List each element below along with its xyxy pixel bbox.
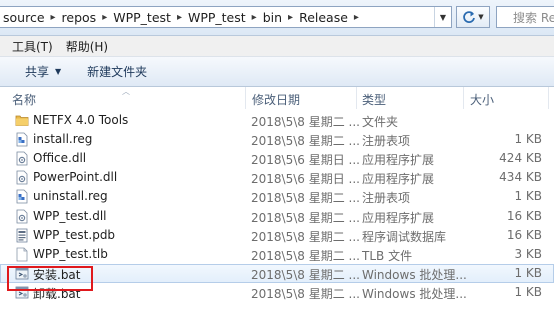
file-modified-date: 2018\5\8 星期二 ... (251, 286, 360, 301)
file-name: Office.dll (33, 151, 87, 166)
batch-file-icon (15, 266, 29, 281)
file-row[interactable]: 安装.bat 2018\5\8 星期二 ... Windows 批处理... 1 KB (0, 263, 554, 283)
file-row[interactable]: WPP_test.pdb 2018\5\8 星期二 ... 程序调试数据库 16 KB (0, 226, 554, 245)
column-divider[interactable] (356, 87, 357, 109)
batch-file-icon (15, 285, 29, 300)
breadcrumb-separator-icon[interactable]: ▸ (351, 12, 362, 23)
breadcrumb-separator-icon[interactable]: ▸ (99, 12, 110, 23)
file-name: WPP_test.pdb (33, 227, 116, 242)
breadcrumb-item[interactable]: repos (59, 10, 100, 25)
new-folder-button[interactable]: 新建文件夹 (61, 63, 147, 80)
column-size[interactable]: 大小 (470, 91, 494, 108)
file-modified-date: 2018\5\8 星期二 ... (251, 134, 360, 149)
column-type[interactable]: 类型 (362, 91, 386, 108)
new-folder-label: 新建文件夹 (87, 65, 148, 79)
file-name: 卸载.bat (33, 286, 81, 301)
file-modified-date: 2018\5\8 星期二 ... (251, 210, 360, 225)
command-bar: 共享 ▼ 新建文件夹 (0, 57, 554, 87)
sort-indicator-icon: ︿ (122, 87, 130, 96)
registry-file-icon (15, 132, 29, 147)
menu-tools[interactable]: 工具(T) (0, 38, 53, 55)
file-modified-date: 2018\5\8 星期二 ... (251, 248, 360, 263)
file-name: PowerPoint.dll (33, 170, 118, 185)
menu-bar: 工具(T) 帮助(H) (0, 36, 554, 57)
file-modified-date: 2018\5\6 星期日 ... (251, 153, 360, 168)
file-type: 应用程序扩展 (362, 153, 435, 168)
file-size: 424 KB (499, 151, 542, 166)
file-name: install.reg (33, 132, 93, 147)
file-row[interactable]: uninstall.reg 2018\5\8 星期二 ... 注册表项 1 KB (0, 187, 554, 206)
search-input[interactable]: 搜索 Relea (496, 6, 554, 28)
file-modified-date: 2018\5\8 星期二 ... (251, 267, 360, 282)
file-row[interactable]: PowerPoint.dll 2018\5\6 星期日 ... 应用程序扩展 434 … (0, 168, 554, 187)
share-button[interactable]: 共享 ▼ (0, 63, 61, 80)
column-name[interactable]: 名称 (12, 91, 36, 108)
file-name: 安装.bat (33, 267, 81, 282)
file-size: 434 KB (499, 170, 542, 185)
column-divider[interactable] (463, 87, 464, 109)
column-modified[interactable]: 修改日期 (252, 91, 300, 108)
breadcrumb-item[interactable]: WPP_test (110, 10, 174, 25)
dll-file-icon (15, 209, 29, 224)
file-name: WPP_test.dll (33, 208, 107, 223)
breadcrumb-separator-icon[interactable]: ▸ (249, 12, 260, 23)
file-type: Windows 批处理... (362, 267, 467, 282)
file-type: 程序调试数据库 (362, 229, 447, 244)
file-row[interactable]: 卸载.bat 2018\5\8 星期二 ... Windows 批处理... 1 KB (0, 283, 554, 302)
file-type: 文件夹 (362, 115, 399, 129)
file-size: 16 KB (506, 227, 542, 242)
file-type: 应用程序扩展 (362, 210, 435, 225)
refresh-button[interactable]: ▼ (456, 6, 490, 28)
search-placeholder: 搜索 Relea (513, 10, 554, 25)
file-modified-date: 2018\5\8 星期二 ... (251, 115, 360, 129)
file-type: 注册表项 (362, 134, 411, 149)
breadcrumb-item[interactable]: Release (296, 10, 351, 25)
file-type: Windows 批处理... (362, 286, 467, 301)
breadcrumb-separator-icon[interactable]: ▸ (174, 12, 185, 23)
file-name: WPP_test.tlb (33, 246, 108, 261)
file-modified-date: 2018\5\6 星期日 ... (251, 172, 360, 187)
registry-file-icon (15, 189, 29, 204)
file-row[interactable]: WPP_test.tlb 2018\5\8 星期二 ... TLB 文件 3 KB (0, 245, 554, 264)
folder-icon (15, 113, 29, 128)
pdb-file-icon (15, 228, 29, 243)
breadcrumb-separator-icon[interactable]: ▸ (285, 12, 296, 23)
file-size: 3 KB (514, 246, 542, 261)
file-name: uninstall.reg (33, 189, 108, 204)
address-history-dropdown[interactable]: ▼ (434, 7, 451, 27)
address-bar-area: source ▸ repos ▸ WPP_test ▸ WPP_test ▸ bin ▸ Relea… (0, 0, 554, 36)
blank-file-icon (15, 247, 29, 262)
file-row[interactable]: NETFX 4.0 Tools 2018\5\8 星期二 ... 文件夹 (0, 111, 554, 130)
breadcrumb-item[interactable]: source (0, 10, 48, 25)
file-size: 1 KB (514, 284, 542, 299)
breadcrumb-item[interactable]: WPP_test (185, 10, 249, 25)
file-type: TLB 文件 (362, 248, 413, 263)
file-row[interactable]: WPP_test.dll 2018\5\8 星期二 ... 应用程序扩展 16 KB (0, 207, 554, 226)
refresh-dropdown-icon: ▼ (478, 13, 484, 21)
column-divider[interactable] (548, 87, 549, 109)
dll-file-icon (15, 170, 29, 185)
share-label: 共享 (25, 65, 50, 79)
file-type: 注册表项 (362, 191, 411, 206)
file-row[interactable]: Office.dll 2018\5\6 星期日 ... 应用程序扩展 424 KB (0, 149, 554, 168)
file-size: 16 KB (506, 208, 542, 223)
file-name: NETFX 4.0 Tools (33, 113, 129, 127)
file-size: 1 KB (514, 132, 542, 147)
breadcrumb-item[interactable]: bin (260, 10, 285, 25)
column-divider[interactable] (245, 87, 246, 109)
address-bar[interactable]: source ▸ repos ▸ WPP_test ▸ WPP_test ▸ bin ▸ Relea… (0, 6, 452, 28)
breadcrumb-separator-icon[interactable]: ▸ (48, 12, 59, 23)
file-size: 1 KB (514, 265, 542, 280)
refresh-icon (463, 11, 476, 23)
file-type: 应用程序扩展 (362, 172, 435, 187)
file-modified-date: 2018\5\8 星期二 ... (251, 191, 360, 206)
file-size: 1 KB (514, 189, 542, 204)
column-header: ︿ 名称 修改日期 类型 大小 (0, 87, 554, 109)
menu-help[interactable]: 帮助(H) (53, 38, 108, 55)
file-row[interactable]: install.reg 2018\5\8 星期二 ... 注册表项 1 KB (0, 130, 554, 149)
file-modified-date: 2018\5\8 星期二 ... (251, 229, 360, 244)
dll-file-icon (15, 151, 29, 166)
